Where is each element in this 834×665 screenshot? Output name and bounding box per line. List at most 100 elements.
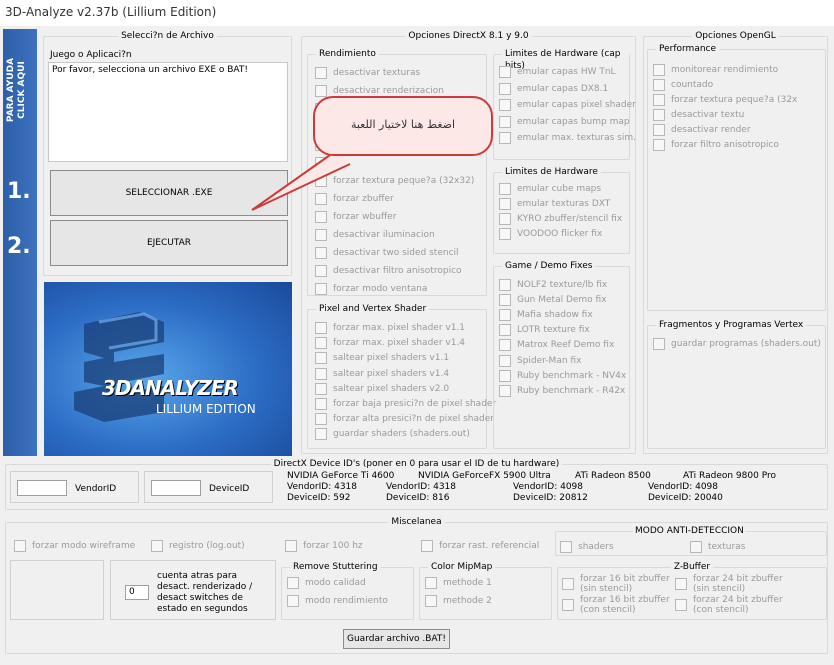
checkbox-rend-10[interactable]: desactivar two sided stencil (315, 247, 459, 260)
checkbox-box[interactable] (287, 595, 299, 607)
checkbox-box[interactable] (499, 198, 511, 210)
checkbox-caps-2[interactable]: emular capas pixel shader (499, 99, 636, 112)
checkbox-box[interactable] (425, 577, 437, 589)
checkbox-perf-1[interactable]: countado (653, 79, 713, 92)
checkbox-box[interactable] (315, 428, 327, 441)
checkbox-games-5[interactable]: Spider-Man fix (499, 354, 581, 368)
checkbox-hw-2[interactable]: KYRO zbuffer/stencil fix (499, 213, 622, 226)
checkbox-box[interactable] (499, 324, 511, 337)
checkbox-hw-0[interactable]: emular cube maps (499, 183, 601, 196)
run-button[interactable]: EJECUTAR (50, 220, 288, 266)
checkbox-box[interactable] (499, 354, 511, 367)
checkbox-box[interactable] (499, 384, 511, 397)
checkbox-box[interactable] (315, 247, 327, 259)
checkbox-anti-0[interactable]: shaders (560, 541, 614, 554)
checkbox-games-4[interactable]: Matrox Reef Demo fix (499, 339, 614, 352)
checkbox-box[interactable] (499, 294, 511, 307)
checkbox-box[interactable] (315, 382, 327, 395)
checkbox-box[interactable] (315, 229, 327, 241)
checkbox-stutter-1[interactable]: modo rendimiento (287, 595, 388, 608)
checkbox-box[interactable] (499, 183, 511, 195)
checkbox-games-0[interactable]: NOLF2 texture/lb fix (499, 279, 607, 292)
checkbox-box[interactable] (151, 540, 163, 552)
checkbox-mip-0[interactable]: methode 1 (425, 577, 492, 590)
checkbox-caps-1[interactable]: emular capas DX8.1 (499, 82, 608, 96)
checkbox-zbuf-1[interactable]: forzar 16 bit zbuffer (con stencil) (562, 595, 670, 617)
checkbox-box[interactable] (499, 339, 511, 352)
checkbox-zbuf-0[interactable]: forzar 16 bit zbuffer (sin stencil) (562, 574, 670, 596)
checkbox-frag-0[interactable]: guardar programas (shaders.out) (653, 338, 821, 351)
checkbox-box[interactable] (653, 124, 665, 136)
checkbox-box[interactable] (690, 541, 702, 553)
checkbox-misc-1[interactable]: registro (log.out) (151, 540, 245, 553)
checkbox-pvs-7[interactable]: guardar shaders (shaders.out) (315, 428, 470, 441)
checkbox-box[interactable] (499, 82, 511, 95)
checkbox-box[interactable] (499, 228, 511, 240)
checkbox-box[interactable] (315, 413, 327, 426)
checkbox-hw-1[interactable]: emular texturas DXT (499, 198, 610, 211)
checkbox-box[interactable] (653, 79, 665, 91)
checkbox-anti-1[interactable]: texturas (690, 541, 745, 554)
checkbox-rend-0[interactable]: desactivar texturas (315, 67, 420, 80)
checkbox-rend-11[interactable]: desactivar filtro anisotropico (315, 265, 462, 278)
checkbox-pvs-3[interactable]: saltear pixel shaders v1.4 (315, 367, 449, 381)
checkbox-perf-2[interactable]: forzar textura peque?a (32x (653, 94, 797, 107)
checkbox-games-7[interactable]: Ruby benchmark - R42x (499, 384, 625, 398)
checkbox-stutter-0[interactable]: modo calidad (287, 577, 366, 590)
checkbox-box[interactable] (315, 337, 327, 350)
checkbox-box[interactable] (653, 64, 665, 76)
checkbox-box[interactable] (499, 213, 511, 225)
checkbox-hw-3[interactable]: VOODOO flicker fix (499, 228, 602, 241)
checkbox-box[interactable] (285, 540, 297, 552)
checkbox-misc-2[interactable]: forzar 100 hz (285, 540, 363, 553)
checkbox-pvs-1[interactable]: forzar max. pixel shader v1.4 (315, 337, 465, 350)
checkbox-zbuf-3[interactable]: forzar 24 bit zbuffer (con stencil) (675, 595, 783, 617)
checkbox-rend-9[interactable]: desactivar iluminacion (315, 229, 435, 242)
checkbox-mip-1[interactable]: methode 2 (425, 595, 492, 608)
checkbox-box[interactable] (315, 85, 327, 97)
checkbox-rend-12[interactable]: forzar modo ventana (315, 283, 427, 296)
checkbox-box[interactable] (499, 279, 511, 291)
checkbox-box[interactable] (425, 595, 437, 607)
checkbox-box[interactable] (287, 577, 299, 589)
checkbox-box[interactable] (315, 67, 327, 79)
checkbox-games-2[interactable]: Mafia shadow fix (499, 309, 593, 322)
checkbox-box[interactable] (653, 109, 665, 121)
checkbox-pvs-4[interactable]: saltear pixel shaders v2.0 (315, 382, 449, 396)
checkbox-box[interactable] (562, 578, 574, 590)
checkbox-caps-0[interactable]: emular capas HW TnL (499, 66, 616, 79)
checkbox-box[interactable] (499, 309, 511, 322)
checkbox-box[interactable] (653, 338, 665, 350)
checkbox-box[interactable] (499, 115, 511, 128)
checkbox-zbuf-2[interactable]: forzar 24 bit zbuffer (sin stencil) (675, 574, 783, 596)
checkbox-box[interactable] (315, 352, 327, 365)
device-id-input[interactable] (151, 480, 201, 496)
checkbox-box[interactable] (315, 398, 327, 410)
checkbox-perf-3[interactable]: desactivar textu (653, 109, 744, 122)
checkbox-pvs-2[interactable]: saltear pixel shaders v1.1 (315, 352, 449, 365)
save-bat-button[interactable]: Guardar archivo .BAT! (343, 629, 450, 649)
checkbox-caps-4[interactable]: emular max. texturas sim. (499, 132, 636, 145)
checkbox-misc-0[interactable]: forzar modo wireframe (14, 540, 135, 553)
checkbox-perf-4[interactable]: desactivar render (653, 124, 751, 137)
checkbox-box[interactable] (315, 283, 327, 295)
checkbox-caps-3[interactable]: emular capas bump map (499, 115, 630, 129)
countdown-input[interactable]: 0 (125, 585, 149, 600)
checkbox-misc-3[interactable]: forzar rast. referencial (421, 540, 539, 553)
checkbox-box[interactable] (653, 139, 665, 151)
checkbox-box[interactable] (315, 367, 327, 380)
checkbox-box[interactable] (499, 66, 511, 78)
checkbox-games-6[interactable]: Ruby benchmark - NV4x (499, 369, 626, 383)
checkbox-games-3[interactable]: LOTR texture fix (499, 324, 590, 337)
checkbox-box[interactable] (499, 132, 511, 145)
checkbox-box[interactable] (421, 540, 433, 552)
checkbox-box[interactable] (560, 541, 572, 553)
checkbox-box[interactable] (562, 599, 574, 611)
checkbox-box[interactable] (675, 599, 687, 611)
help-strip[interactable]: PARA AYUDA CLICK AQUI 1. 2. (3, 29, 37, 456)
checkbox-perf-5[interactable]: forzar filtro anisotropico (653, 139, 779, 152)
checkbox-pvs-6[interactable]: forzar alta presici?n de pixel shader (315, 413, 494, 426)
checkbox-perf-0[interactable]: monitorear rendimiento (653, 64, 778, 77)
checkbox-pvs-0[interactable]: forzar max. pixel shader v1.1 (315, 322, 465, 335)
checkbox-pvs-5[interactable]: forzar baja presici?n de pixel shader (315, 398, 496, 411)
